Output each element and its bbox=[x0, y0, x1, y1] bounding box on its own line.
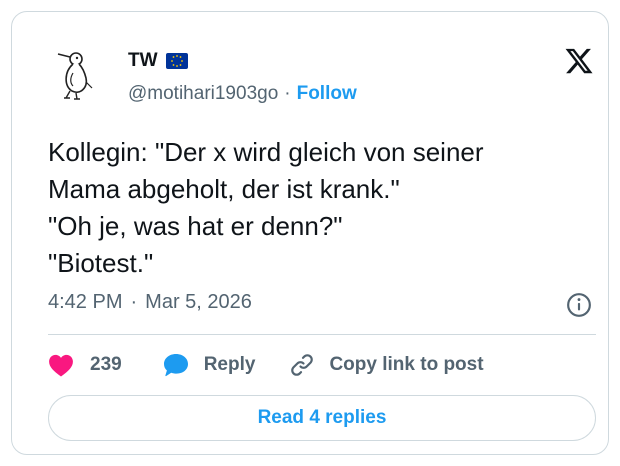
avatar[interactable] bbox=[46, 42, 106, 102]
post-text-line: Kollegin: "Der x wird gleich von seiner bbox=[48, 137, 484, 167]
like-button[interactable]: 239 bbox=[48, 353, 122, 377]
eu-flag-icon bbox=[165, 53, 188, 69]
author-handle-row: @motihari1903go · Follow bbox=[128, 83, 357, 105]
reply-button[interactable]: Reply bbox=[162, 352, 256, 378]
divider bbox=[48, 334, 596, 335]
info-icon[interactable] bbox=[566, 292, 592, 318]
bird-sketch-avatar-icon bbox=[57, 52, 93, 100]
link-icon bbox=[291, 354, 314, 376]
post-time: 4:42 PM bbox=[48, 291, 123, 313]
post-text: Kollegin: "Der x wird gleich von seiner … bbox=[48, 134, 603, 282]
post-date: Mar 5, 2026 bbox=[145, 291, 252, 313]
speech-bubble-icon bbox=[163, 354, 188, 377]
post-timestamp[interactable]: 4:42 PM · Mar 5, 2026 bbox=[48, 291, 252, 314]
reply-label: Reply bbox=[203, 354, 256, 375]
author-handle[interactable]: @motihari1903go bbox=[128, 83, 278, 105]
like-count: 239 bbox=[90, 354, 122, 375]
follow-button[interactable]: Follow bbox=[297, 83, 357, 105]
read-replies-button[interactable]: Read 4 replies bbox=[48, 395, 596, 441]
author-name-row: TW bbox=[128, 50, 188, 72]
post-card: TW @motihari1903go · Follow Kollegin: "D… bbox=[11, 11, 609, 455]
timestamp-separator: · bbox=[130, 291, 138, 313]
copy-link-button[interactable]: Copy link to post bbox=[289, 352, 484, 378]
handle-separator: · bbox=[284, 83, 291, 104]
heart-icon bbox=[49, 354, 73, 377]
post-text-line: "Oh je, was hat er denn?" bbox=[48, 211, 343, 241]
copy-link-label: Copy link to post bbox=[329, 354, 484, 375]
x-logo-icon[interactable] bbox=[563, 46, 595, 76]
post-text-line: Mama abgeholt, der ist krank." bbox=[48, 174, 400, 204]
action-bar: 239 Reply Copy link to post bbox=[48, 350, 484, 380]
read-replies-label: Read 4 replies bbox=[257, 407, 387, 428]
author-name[interactable]: TW bbox=[128, 50, 158, 72]
post-text-line: "Biotest." bbox=[48, 248, 154, 278]
